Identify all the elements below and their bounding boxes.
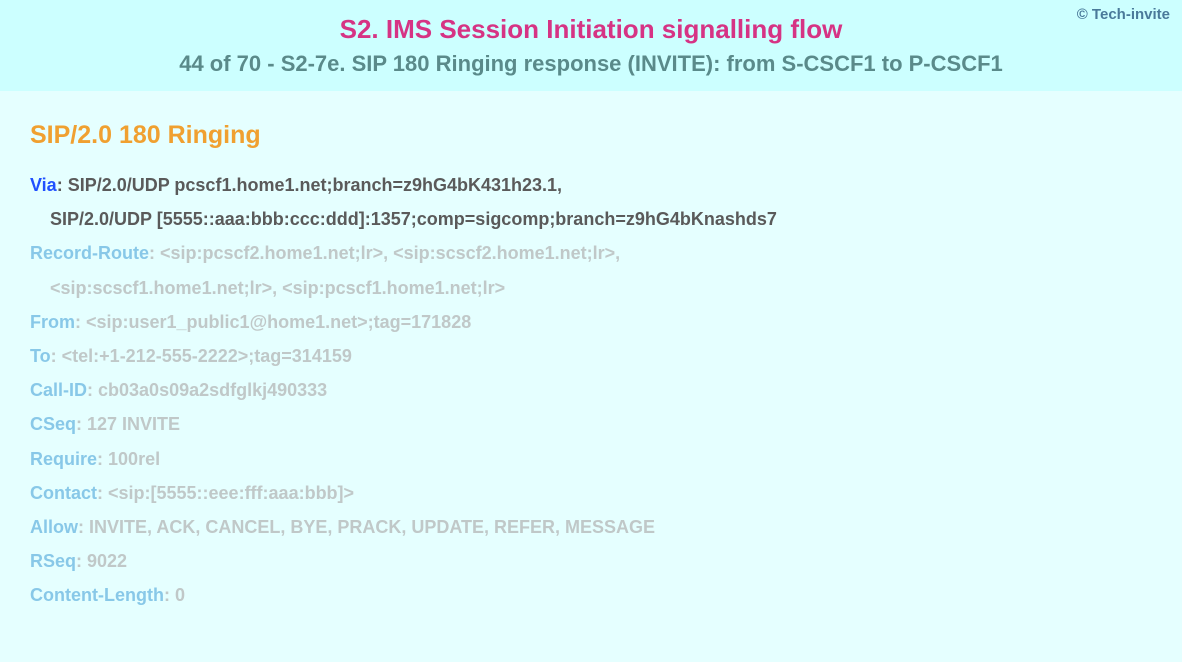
contact-value: <sip:[5555::eee:fff:aaa:bbb]> [108, 483, 354, 503]
rseq-value: 9022 [87, 551, 127, 571]
record-route-value-line1: <sip:pcscf2.home1.net;lr>, <sip:scscf2.h… [160, 243, 620, 263]
header-to: To: <tel:+1-212-555-2222>;tag=314159 [30, 339, 1152, 373]
header-call-id: Call-ID: cb03a0s09a2sdfglkj490333 [30, 373, 1152, 407]
header-via-cont: SIP/2.0/UDP [5555::aaa:bbb:ccc:ddd]:1357… [30, 202, 1152, 236]
via-label: Via [30, 175, 57, 195]
contact-label: Contact [30, 483, 97, 503]
header-record-route-cont: <sip:scscf1.home1.net;lr>, <sip:pcscf1.h… [30, 271, 1152, 305]
page-subtitle: 44 of 70 - S2-7e. SIP 180 Ringing respon… [20, 51, 1162, 77]
sip-status-line: SIP/2.0 180 Ringing [30, 121, 1152, 150]
to-label: To [30, 346, 51, 366]
from-label: From [30, 312, 75, 332]
allow-value: INVITE, ACK, CANCEL, BYE, PRACK, UPDATE,… [89, 517, 655, 537]
header-from: From: <sip:user1_public1@home1.net>;tag=… [30, 305, 1152, 339]
cseq-value: 127 INVITE [87, 414, 180, 434]
header-allow: Allow: INVITE, ACK, CANCEL, BYE, PRACK, … [30, 510, 1152, 544]
header-cseq: CSeq: 127 INVITE [30, 407, 1152, 441]
call-id-value: cb03a0s09a2sdfglkj490333 [98, 380, 327, 400]
header-require: Require: 100rel [30, 442, 1152, 476]
require-label: Require [30, 449, 97, 469]
require-value: 100rel [108, 449, 160, 469]
content-length-value: 0 [175, 585, 185, 605]
header-contact: Contact: <sip:[5555::eee:fff:aaa:bbb]> [30, 476, 1152, 510]
cseq-label: CSeq [30, 414, 76, 434]
record-route-value-line2: <sip:scscf1.home1.net;lr>, <sip:pcscf1.h… [50, 278, 505, 298]
header-via: Via: SIP/2.0/UDP pcscf1.home1.net;branch… [30, 168, 1152, 202]
page-title: S2. IMS Session Initiation signalling fl… [20, 14, 1162, 45]
sip-message-content: SIP/2.0 180 Ringing Via: SIP/2.0/UDP pcs… [0, 91, 1182, 612]
call-id-label: Call-ID [30, 380, 87, 400]
copyright-label: © Tech-invite [1077, 6, 1170, 23]
rseq-label: RSeq [30, 551, 76, 571]
header: © Tech-invite S2. IMS Session Initiation… [0, 0, 1182, 91]
content-length-label: Content-Length [30, 585, 164, 605]
header-content-length: Content-Length: 0 [30, 578, 1152, 612]
record-route-label: Record-Route [30, 243, 149, 263]
to-value: <tel:+1-212-555-2222>;tag=314159 [62, 346, 352, 366]
via-value-line2: SIP/2.0/UDP [5555::aaa:bbb:ccc:ddd]:1357… [50, 209, 777, 229]
via-value-line1: SIP/2.0/UDP pcscf1.home1.net;branch=z9hG… [68, 175, 562, 195]
header-rseq: RSeq: 9022 [30, 544, 1152, 578]
allow-label: Allow [30, 517, 78, 537]
header-record-route: Record-Route: <sip:pcscf2.home1.net;lr>,… [30, 236, 1152, 270]
from-value: <sip:user1_public1@home1.net>;tag=171828 [86, 312, 471, 332]
